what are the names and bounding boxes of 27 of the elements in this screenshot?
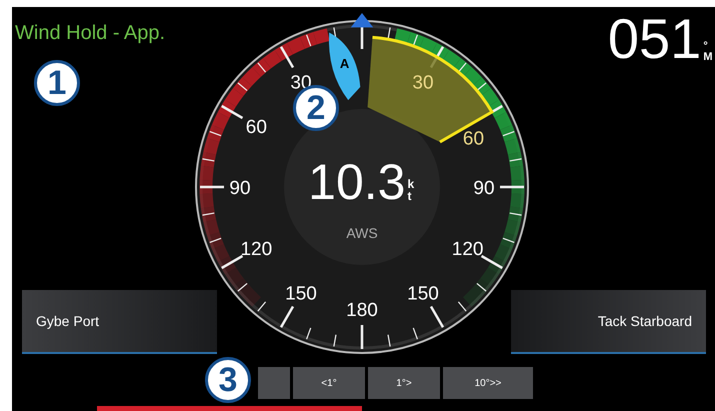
speed-value: 10.3 — [308, 157, 406, 207]
scale-label: 150 — [407, 284, 439, 305]
scale-label: 30 — [412, 72, 434, 94]
heading-value: 051 — [608, 11, 702, 67]
boat-marker-icon — [328, 32, 360, 100]
side-button[interactable]: Gybe Port — [22, 290, 217, 354]
heading-unit: °M — [703, 41, 711, 63]
marker-letter: A — [340, 56, 350, 72]
callout-number: 3 — [205, 357, 251, 403]
scale-label: 180 — [346, 300, 378, 321]
scale-label: 120 — [240, 239, 272, 260]
scale-label: 60 — [246, 117, 267, 138]
scale-label: 150 — [285, 284, 317, 305]
speed-unit: kt — [407, 178, 416, 202]
speed-label: AWS — [346, 225, 378, 241]
scale-label: 90 — [229, 178, 251, 199]
step-button[interactable]: 1°> — [368, 367, 440, 399]
callout-number: 1 — [34, 60, 80, 106]
heading-pointer-icon — [350, 13, 374, 28]
side-button[interactable]: Tack Starboard — [511, 290, 706, 354]
scale-label: 60 — [462, 128, 484, 150]
mode-title: Wind Hold - App. — [15, 22, 166, 45]
step-button[interactable] — [258, 367, 290, 399]
scale-label: 90 — [473, 178, 495, 199]
step-button[interactable]: <1° — [293, 367, 365, 399]
scale-label: 120 — [452, 239, 484, 260]
step-button[interactable]: 10°>> — [443, 367, 533, 399]
